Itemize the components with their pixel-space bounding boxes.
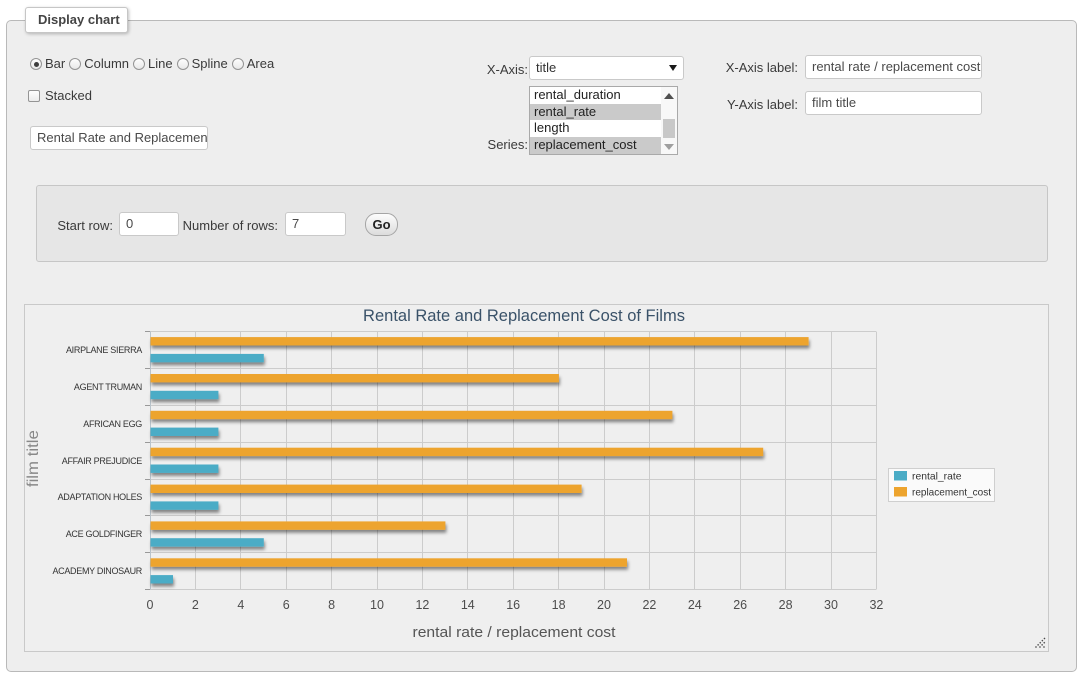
svg-text:0: 0 <box>147 598 154 612</box>
svg-text:26: 26 <box>733 598 747 612</box>
svg-text:6: 6 <box>283 598 290 612</box>
svg-text:4: 4 <box>237 598 244 612</box>
svg-text:30: 30 <box>824 598 838 612</box>
svg-text:ACE GOLDFINGER: ACE GOLDFINGER <box>66 529 143 539</box>
svg-text:18: 18 <box>552 598 566 612</box>
svg-text:8: 8 <box>328 598 335 612</box>
svg-text:Rental Rate and Replacement Co: Rental Rate and Replacement Cost of Film… <box>363 307 685 325</box>
svg-text:32: 32 <box>869 598 883 612</box>
svg-text:20: 20 <box>597 598 611 612</box>
svg-text:AIRPLANE SIERRA: AIRPLANE SIERRA <box>66 345 142 355</box>
svg-text:ADAPTATION HOLES: ADAPTATION HOLES <box>58 492 143 502</box>
svg-text:ACADEMY DINOSAUR: ACADEMY DINOSAUR <box>52 566 142 576</box>
svg-text:10: 10 <box>370 598 384 612</box>
svg-text:24: 24 <box>688 598 702 612</box>
svg-text:16: 16 <box>506 598 520 612</box>
svg-text:rental rate / replacement cost: rental rate / replacement cost <box>413 624 617 641</box>
svg-text:AFFAIR PREJUDICE: AFFAIR PREJUDICE <box>62 456 143 466</box>
svg-text:22: 22 <box>642 598 656 612</box>
svg-text:film title: film title <box>25 430 42 487</box>
svg-text:AGENT TRUMAN: AGENT TRUMAN <box>74 382 142 392</box>
svg-text:replacement_cost: replacement_cost <box>912 487 991 499</box>
svg-text:12: 12 <box>415 598 429 612</box>
svg-text:2: 2 <box>192 598 199 612</box>
svg-text:14: 14 <box>461 598 475 612</box>
svg-text:28: 28 <box>779 598 793 612</box>
svg-text:rental_rate: rental_rate <box>912 471 962 483</box>
svg-text:AFRICAN EGG: AFRICAN EGG <box>83 419 142 429</box>
